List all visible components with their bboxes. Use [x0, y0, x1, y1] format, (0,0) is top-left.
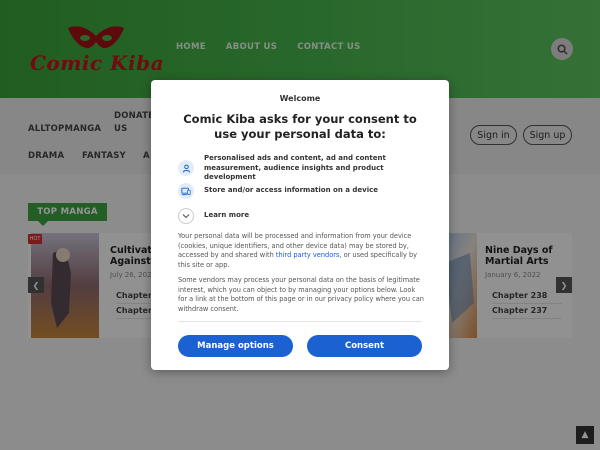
third-party-vendors-link[interactable]: third party vendors: [276, 251, 340, 259]
manage-options-button[interactable]: Manage options: [178, 335, 293, 357]
person-icon: [178, 160, 194, 177]
purpose-text: Personalised ads and content, ad and con…: [204, 154, 386, 181]
consent-dialog: Welcome Comic Kiba asks for your consent…: [151, 80, 449, 370]
device-icon: [178, 183, 194, 199]
consent-button[interactable]: Consent: [307, 335, 422, 357]
consent-paragraph-2: Some vendors may process your personal d…: [178, 276, 424, 313]
chevron-down-icon: [178, 208, 194, 224]
dialog-welcome: Welcome: [279, 94, 321, 103]
purpose-device-storage: Store and/or access information on a dev…: [178, 183, 378, 199]
learn-more-toggle[interactable]: Learn more: [178, 208, 249, 224]
consent-paragraph-1: Your personal data will be processed and…: [178, 232, 424, 270]
purpose-personalised-ads: Personalised ads and content, ad and con…: [178, 154, 418, 183]
learn-more-label: Learn more: [204, 211, 250, 220]
purpose-text: Store and/or access information on a dev…: [204, 186, 379, 195]
dialog-divider: [178, 321, 422, 322]
dialog-title: Comic Kiba asks for your consent to use …: [183, 112, 417, 141]
